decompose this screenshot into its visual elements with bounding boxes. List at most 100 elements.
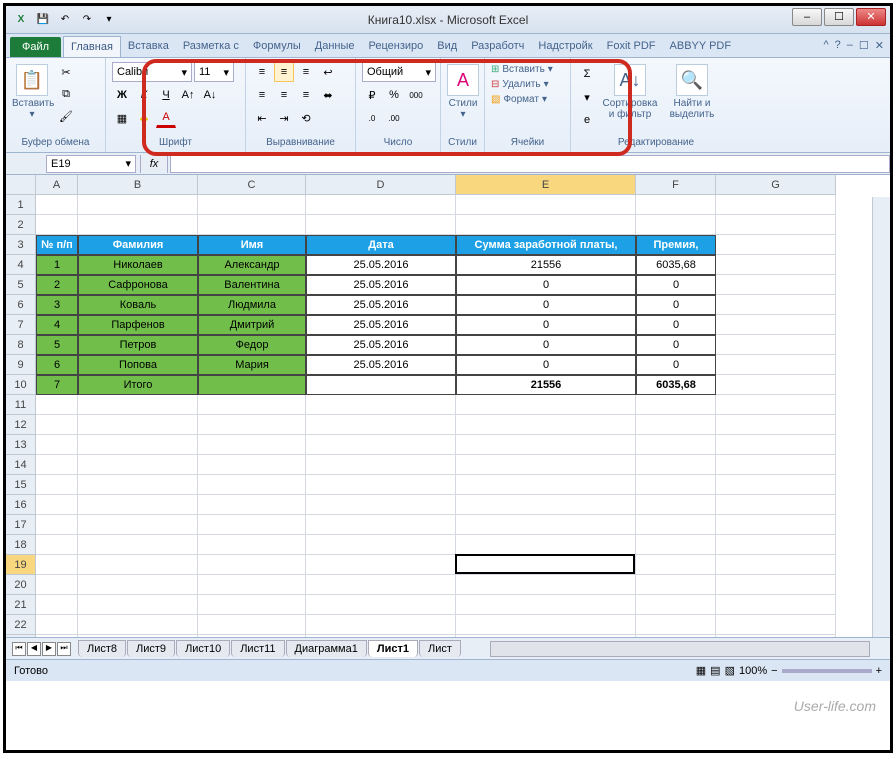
cell[interactable]	[198, 375, 306, 395]
cell[interactable]	[198, 455, 306, 475]
select-all-button[interactable]	[6, 175, 36, 195]
zoom-level[interactable]: 100%	[739, 665, 767, 677]
tab-ABBYY PDF[interactable]: ABBYY PDF	[663, 36, 739, 57]
cell[interactable]: 25.05.2016	[306, 255, 456, 275]
maximize-button[interactable]: ☐	[824, 8, 854, 26]
cell[interactable]	[36, 515, 78, 535]
cell[interactable]: Федор	[198, 335, 306, 355]
row-header[interactable]: 15	[6, 475, 36, 495]
cell[interactable]: Сафронова	[78, 275, 198, 295]
view-layout[interactable]: ▤	[710, 664, 720, 677]
indent-inc[interactable]: ⇥	[274, 108, 294, 128]
cell[interactable]	[716, 475, 836, 495]
borders-button[interactable]: ▦	[112, 108, 132, 128]
cell[interactable]: 25.05.2016	[306, 295, 456, 315]
cell[interactable]: 25.05.2016	[306, 335, 456, 355]
row-header[interactable]: 9	[6, 355, 36, 375]
sheet-nav-first[interactable]: ⏮	[12, 642, 26, 656]
cell[interactable]	[198, 575, 306, 595]
align-right[interactable]: ≡	[296, 85, 316, 105]
sheet-tab[interactable]: Лист10	[176, 640, 230, 657]
cell[interactable]	[78, 195, 198, 215]
cell[interactable]	[306, 455, 456, 475]
cell[interactable]	[198, 435, 306, 455]
fill-button[interactable]: ▾	[577, 87, 597, 107]
cell[interactable]	[36, 395, 78, 415]
dec-decimal[interactable]: .00	[384, 108, 404, 128]
cell[interactable]	[198, 415, 306, 435]
cell[interactable]: Валентина	[198, 275, 306, 295]
cell[interactable]: 0	[456, 315, 636, 335]
cell[interactable]	[78, 615, 198, 635]
workbook-close[interactable]: ✕	[875, 39, 884, 52]
cell[interactable]	[456, 435, 636, 455]
copy-button[interactable]: ⧉	[56, 84, 76, 104]
cell[interactable]	[716, 275, 836, 295]
cell[interactable]: 1	[36, 255, 78, 275]
tab-Разметка с[interactable]: Разметка с	[176, 36, 246, 57]
wrap-text[interactable]: ↩	[318, 62, 338, 82]
fx-button[interactable]: fx	[140, 155, 168, 173]
cell[interactable]	[636, 195, 716, 215]
cell[interactable]: 0	[636, 335, 716, 355]
clear-button[interactable]: e	[577, 110, 597, 130]
cell[interactable]	[456, 515, 636, 535]
col-header[interactable]: G	[716, 175, 836, 195]
cell[interactable]	[78, 535, 198, 555]
row-header[interactable]: 7	[6, 315, 36, 335]
cell[interactable]	[456, 215, 636, 235]
sheet-tab[interactable]: Диаграмма1	[286, 640, 367, 657]
row-header[interactable]: 6	[6, 295, 36, 315]
cell[interactable]: 6	[36, 355, 78, 375]
cell[interactable]: 2	[36, 275, 78, 295]
row-header[interactable]: 16	[6, 495, 36, 515]
qat-custom[interactable]: ▾	[100, 11, 118, 29]
font-size-combo[interactable]: 11▾	[194, 62, 234, 82]
cell[interactable]	[306, 615, 456, 635]
cell[interactable]: Людмила	[198, 295, 306, 315]
view-pagebreak[interactable]: ▧	[725, 664, 735, 677]
cell[interactable]	[636, 415, 716, 435]
cell[interactable]	[306, 435, 456, 455]
align-middle[interactable]: ≡	[274, 62, 294, 82]
row-header[interactable]: 1	[6, 195, 36, 215]
grow-font-button[interactable]: A↑	[178, 85, 198, 105]
row-header[interactable]: 14	[6, 455, 36, 475]
cell[interactable]	[716, 595, 836, 615]
cell[interactable]	[36, 535, 78, 555]
cell[interactable]: 0	[636, 275, 716, 295]
cell[interactable]	[78, 435, 198, 455]
ribbon-minimize[interactable]: ^	[823, 39, 828, 52]
cell[interactable]: Николаев	[78, 255, 198, 275]
cell[interactable]	[306, 495, 456, 515]
cell-grid[interactable]: № п/пФамилияИмяДатаСумма заработной плат…	[36, 195, 836, 637]
cell[interactable]: 6035,68	[636, 255, 716, 275]
insert-cells[interactable]: ⊞Вставить▾	[491, 64, 553, 75]
view-normal[interactable]: ▦	[696, 664, 706, 677]
tab-Главная[interactable]: Главная	[63, 36, 121, 57]
sheet-tab[interactable]: Лист8	[78, 640, 126, 657]
qat-save[interactable]: 💾	[34, 11, 52, 29]
vertical-scrollbar[interactable]	[872, 197, 890, 657]
find-select-button[interactable]: 🔍 Найти и выделить	[663, 62, 721, 120]
minimize-button[interactable]: –	[792, 8, 822, 26]
cell[interactable]: 0	[456, 355, 636, 375]
sheet-tab[interactable]: Лист9	[127, 640, 175, 657]
sheet-nav-next[interactable]: ▶	[42, 642, 56, 656]
cell[interactable]	[716, 195, 836, 215]
cell[interactable]	[198, 475, 306, 495]
cell[interactable]	[456, 395, 636, 415]
horizontal-scrollbar[interactable]	[490, 641, 870, 657]
tab-Foxit PDF[interactable]: Foxit PDF	[600, 36, 663, 57]
cell[interactable]	[636, 495, 716, 515]
styles-button[interactable]: A Стили ▾	[447, 62, 479, 120]
cell[interactable]	[716, 235, 836, 255]
cell[interactable]: 4	[36, 315, 78, 335]
cell[interactable]: 0	[456, 275, 636, 295]
workbook-min[interactable]: –	[847, 39, 853, 52]
row-header[interactable]: 12	[6, 415, 36, 435]
cell[interactable]: Коваль	[78, 295, 198, 315]
bold-button[interactable]: Ж	[112, 85, 132, 105]
cell[interactable]	[78, 415, 198, 435]
cell[interactable]	[716, 375, 836, 395]
